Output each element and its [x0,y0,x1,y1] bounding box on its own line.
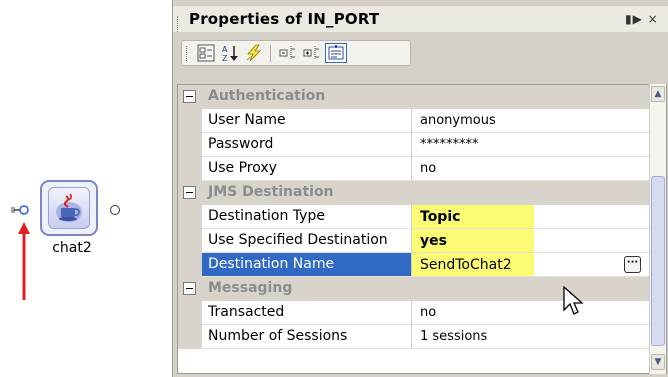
toolbar-grip-icon[interactable] [186,46,190,61]
property-row-number-of-sessions[interactable]: Number of Sessions 1 sessions [178,325,650,349]
property-row-use-specified-destination[interactable]: Use Specified Destination yes [178,229,650,253]
mouse-cursor-icon [563,286,584,315]
expand-icon[interactable] [302,44,322,62]
property-row-user-name[interactable]: User Name anonymous [178,109,650,133]
property-name: Number of Sessions [202,325,412,349]
properties-panel: Properties of IN_PORT ▮▶ × A Z Authentic… [172,0,668,377]
scroll-up-icon[interactable]: ▲ [651,86,665,102]
category-label: JMS Destination [208,184,334,200]
collapse-minus-icon[interactable] [183,282,196,295]
property-value[interactable]: yes [412,229,650,253]
property-value[interactable]: SendToChat2 [412,253,650,277]
property-pages-icon[interactable] [325,43,347,63]
category-label: Messaging [208,280,293,296]
property-row-password[interactable]: Password ********* [178,133,650,157]
red-arrow-annotation [18,222,30,300]
ellipsis-button[interactable]: ··· [624,256,641,273]
sort-alpha-icon[interactable]: A Z [220,44,240,62]
chat2-component-node[interactable] [40,180,98,236]
svg-text:Z: Z [222,54,228,62]
vertical-scrollbar[interactable]: ▲ ▼ [649,84,666,374]
svg-text:A: A [222,45,228,54]
property-grid: Authentication User Name anonymous Passw… [177,84,667,374]
grip-icon[interactable] [177,16,181,32]
property-value[interactable]: ********* [412,133,650,157]
property-name: Transacted [202,301,412,325]
output-port-icon[interactable] [110,205,120,215]
property-value[interactable]: anonymous [412,109,650,133]
collapse-minus-icon[interactable] [183,186,196,199]
categorized-icon[interactable] [196,44,216,62]
java-cup-icon [48,187,90,229]
panel-window-buttons[interactable]: ▮▶ × [625,12,659,26]
property-value-text: Topic [420,209,461,225]
property-name: Password [202,133,412,157]
property-name: Destination Type [202,205,412,229]
panel-title-bar: Properties of IN_PORT ▮▶ × [173,6,668,32]
input-port-icon[interactable] [10,204,38,216]
scroll-down-icon[interactable]: ▼ [651,354,665,370]
property-value-text: yes [420,233,447,249]
property-name-selected: Destination Name [202,253,412,277]
property-row-destination-name[interactable]: Destination Name SendToChat2 ··· [178,253,650,277]
property-value[interactable]: 1 sessions [412,325,650,349]
property-value[interactable]: no [412,301,650,325]
property-value[interactable]: Topic [412,205,650,229]
lightning-icon[interactable] [244,44,264,62]
property-name: Use Proxy [202,157,412,181]
category-label: Authentication [208,88,326,104]
scrollbar-thumb[interactable] [651,176,665,346]
panel-title: Properties of IN_PORT [189,10,380,28]
collapse-minus-icon[interactable] [183,90,196,103]
destination-name-input[interactable]: SendToChat2 [420,257,512,273]
category-row-jms-destination[interactable]: JMS Destination [178,181,650,205]
property-row-use-proxy[interactable]: Use Proxy no [178,157,650,181]
property-name: Use Specified Destination [202,229,412,253]
property-value[interactable]: no [412,157,650,181]
property-row-destination-type[interactable]: Destination Type Topic [178,205,650,229]
properties-toolbar: A Z [181,40,411,66]
collapse-icon[interactable] [278,44,298,62]
toolbar-separator [270,45,271,62]
node-label: chat2 [52,240,92,256]
category-row-authentication[interactable]: Authentication [178,85,650,109]
property-name: User Name [202,109,412,133]
